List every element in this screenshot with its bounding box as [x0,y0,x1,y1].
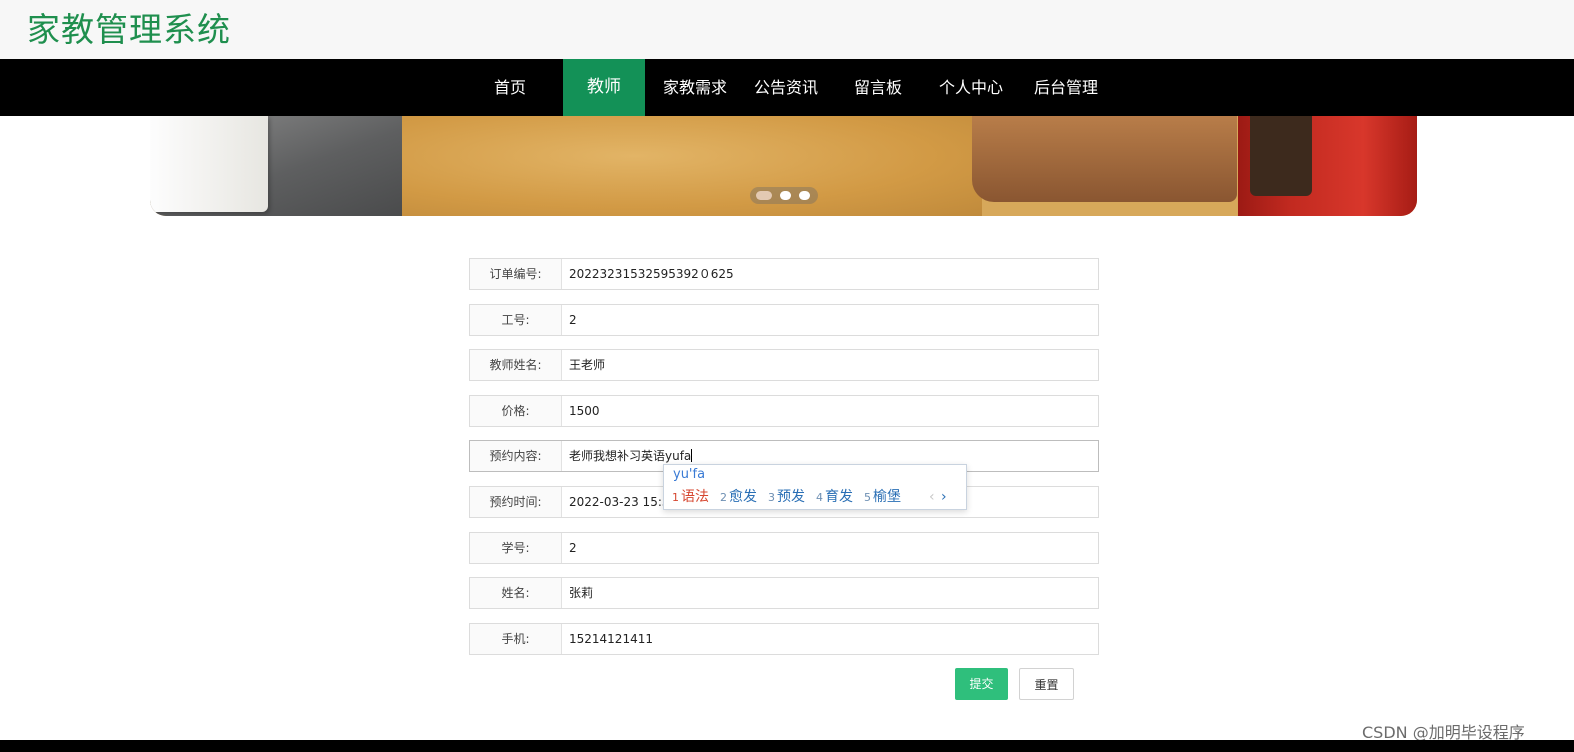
site-title: 家教管理系统 [27,10,231,49]
student-name-input[interactable]: 张莉 [562,578,1096,608]
field-label: 预约时间: [470,487,562,517]
nav-item-teacher[interactable]: 教师 [563,59,645,116]
teacher-name-input[interactable]: 王老师 [562,350,1096,380]
carousel-dot-1[interactable] [756,191,772,200]
ime-candidate[interactable]: 4 育发 [816,487,853,508]
text-cursor [691,449,693,462]
carousel-dot-2[interactable] [780,191,791,200]
ime-next-page-icon[interactable]: › [941,487,947,507]
nav-item-home[interactable]: 首页 [472,59,548,116]
nav-item-announcements[interactable]: 公告资讯 [746,59,826,116]
carousel-indicators [750,187,818,204]
ime-candidate-list: 1 语法 2 愈发 3 预发 4 育发 5 榆堡 [672,487,912,507]
ime-pinyin: yu'fa [673,467,706,482]
student-id-input[interactable]: 2 [562,533,1096,563]
nav-item-admin[interactable]: 后台管理 [1026,59,1106,116]
submit-button[interactable]: 提交 [955,668,1008,700]
carousel-dot-3[interactable] [799,191,810,200]
field-phone: 手机: 15214121411 [469,623,1099,655]
nav-item-tutoring-demand[interactable]: 家教需求 [655,59,735,116]
field-label: 教师姓名: [470,350,562,380]
field-label: 手机: [470,624,562,654]
field-order-number: 订单编号: 20223231532595392０625 [469,258,1099,290]
ime-candidate[interactable]: 2 愈发 [720,487,757,508]
order-number-input[interactable]: 20223231532595392０625 [562,259,1096,289]
field-teacher-id: 工号: 2 [469,304,1099,336]
field-student-name: 姓名: 张莉 [469,577,1099,609]
field-teacher-name: 教师姓名: 王老师 [469,349,1099,381]
ime-candidate[interactable]: 1 语法 [672,487,709,508]
main-nav: 首页 教师 家教需求 公告资讯 留言板 个人中心 后台管理 [0,59,1574,116]
nav-item-message-board[interactable]: 留言板 [842,59,914,116]
field-student-id: 学号: 2 [469,532,1099,564]
nav-item-personal-center[interactable]: 个人中心 [931,59,1011,116]
banner-book-spine [1250,116,1312,196]
ime-candidate[interactable]: 3 预发 [768,487,805,508]
appointment-content-text: 老师我想补习英语yufa [569,449,692,463]
ime-candidate[interactable]: 5 榆堡 [864,487,901,508]
reset-button[interactable]: 重置 [1019,668,1074,700]
banner-book-cover [402,116,982,216]
field-label: 学号: [470,533,562,563]
phone-input[interactable]: 15214121411 [562,624,1096,654]
banner-book-pages [150,116,268,212]
teacher-id-input[interactable]: 2 [562,305,1096,335]
footer-bar [0,740,1574,752]
top-header: 家教管理系统 [0,0,1574,60]
ime-prev-page-icon[interactable]: ‹ [929,487,935,507]
field-label: 姓名: [470,578,562,608]
field-label: 工号: [470,305,562,335]
field-price: 价格: 1500 [469,395,1099,427]
field-label: 价格: [470,396,562,426]
field-label: 预约内容: [470,441,562,471]
banner-book-stack [972,116,1237,202]
price-input[interactable]: 1500 [562,396,1096,426]
ime-candidate-popup: yu'fa 1 语法 2 愈发 3 预发 4 育发 5 榆堡 ‹ › [663,464,967,510]
field-label: 订单编号: [470,259,562,289]
